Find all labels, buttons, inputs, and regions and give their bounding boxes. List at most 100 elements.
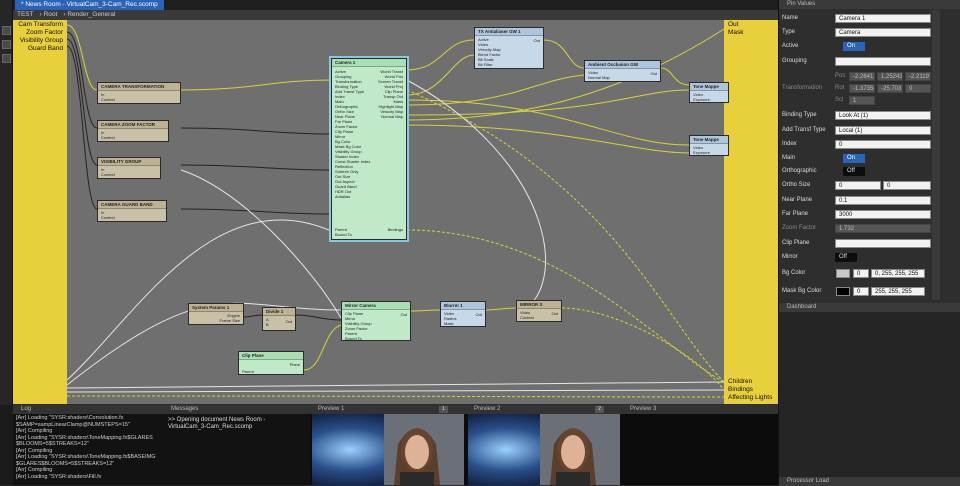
node-tx-antialiaser[interactable]: TX Antialiaser GW 1 Active Video Velocity … — [474, 27, 544, 69]
near-plane-label: Near Plane — [782, 197, 813, 203]
input-port[interactable]: Zoom Factor — [26, 29, 63, 36]
camera-output-pin: Normal Map — [381, 114, 403, 119]
preview-title: Preview 3 — [622, 405, 778, 414]
output-port[interactable]: Bindings — [728, 386, 753, 393]
node-blurrer[interactable]: Blurrer 1 Video Radius Mask Out — [440, 301, 486, 327]
node-ambient-occlusion[interactable]: Ambient Occlusion GW Video Normal Map Out — [584, 60, 661, 82]
tool-icon[interactable] — [2, 26, 11, 35]
pos-y-field[interactable]: 1.25243 — [877, 72, 903, 81]
ortho-size-h-field[interactable]: 0 — [883, 181, 931, 190]
bg-color-label: Bg Color — [782, 270, 806, 276]
preview-panel-3: Preview 3 — [622, 405, 778, 485]
bg-alpha-field[interactable]: 0 — [853, 269, 869, 278]
mask-bg-color-swatch[interactable] — [836, 287, 850, 296]
pos-z-field[interactable]: -2.21197 — [905, 72, 931, 81]
near-plane-field[interactable]: 0.1 — [835, 196, 931, 205]
add-transf-select[interactable]: Local (1) — [835, 126, 931, 135]
node-mirror-camera[interactable]: Mirror Camera Clip Plane Mirror Visibility… — [341, 301, 411, 341]
pos-label: Pos — [835, 73, 846, 79]
output-port[interactable]: Affecting Lights — [728, 394, 772, 401]
node-camera-1[interactable]: Camera 1 Active Grouping Transformation Bin… — [329, 56, 409, 242]
mask-bg-color-field[interactable]: 255, 255, 255 — [871, 287, 925, 296]
node-camera-zoom-factor[interactable]: CAMERA ZOOM FACTOR In Context — [97, 120, 169, 142]
tool-icon[interactable] — [2, 54, 11, 63]
node-system-params[interactable]: System Params 1 Engine Frame Size — [188, 303, 244, 325]
main-label: Main — [782, 155, 796, 161]
clip-plane-field[interactable] — [835, 239, 931, 248]
preview-number[interactable]: 1 — [439, 406, 448, 413]
log-line: [Arr] Loading "SYSR:shaders\ToneMapping.… — [16, 454, 156, 460]
input-port[interactable]: Cam Transform — [18, 21, 63, 28]
rot-label: Rot — [835, 85, 845, 91]
mask-bg-alpha-field[interactable]: 0 — [853, 287, 869, 296]
node-graph-canvas[interactable]: Cam Transform Zoom Factor Visibility Gro… — [13, 20, 778, 404]
rot-x-field[interactable]: -1.37358 — [849, 84, 875, 93]
breadcrumb-item[interactable]: Root — [44, 11, 58, 18]
messages-text: >> Opening document News Room - VirtualC… — [168, 417, 266, 430]
node-input-pin: Bound To — [345, 336, 362, 341]
document-tab[interactable]: * News Room - VirtualCam_3-Cam_Rec.scomp — [15, 0, 164, 10]
output-port[interactable]: Children — [728, 378, 752, 385]
bg-color-swatch[interactable] — [836, 269, 850, 278]
camera-input-pins: Active Grouping Transformation Binding Type… — [332, 68, 376, 200]
node-input-pin: Blt Filter — [478, 62, 493, 67]
pin-values-scrollbar[interactable] — [932, 10, 940, 300]
camera-bindings-pin: Bindings — [387, 227, 403, 232]
rot-y-field[interactable]: -25.703 — [877, 84, 903, 93]
input-port[interactable]: Guard Band — [28, 45, 63, 52]
grouping-field[interactable] — [835, 57, 931, 66]
preview-number[interactable]: 2 — [595, 406, 604, 413]
node-visibility-group[interactable]: VISIBILITY GROUP In Context — [97, 157, 161, 179]
bg-color-field[interactable]: 0, 255, 255, 255 — [871, 269, 925, 278]
scl-label: Scl — [835, 97, 844, 103]
node-camera-transformation[interactable]: CAMERA TRANSFORMATION In Context — [97, 82, 181, 104]
breadcrumb-item[interactable]: TEST — [17, 11, 34, 18]
grouping-label: Grouping — [782, 58, 807, 64]
node-tone-mapper-2[interactable]: Tone Mappe Video Exposure — [689, 135, 729, 156]
main-toggle[interactable]: On — [843, 154, 865, 163]
add-transf-label: Add Transf Type — [782, 127, 826, 133]
node-tone-mapper-1[interactable]: Tone Mappe Video Exposure — [689, 82, 729, 103]
node-camera-guard-band[interactable]: CAMERA GUARD BAND In Context — [97, 200, 167, 222]
binding-type-label: Binding Type — [782, 112, 817, 118]
mirror-toggle[interactable]: Off — [835, 253, 857, 262]
log-title: Log — [13, 405, 163, 414]
node-divide[interactable]: Divide 1 AB Out — [262, 307, 296, 331]
messages-panel: Messages >> Opening document News Room -… — [163, 405, 310, 485]
pos-x-field[interactable]: -2.26412 — [849, 72, 875, 81]
type-field[interactable]: Camera — [835, 28, 931, 37]
output-port[interactable]: Out — [728, 21, 738, 28]
messages-title: Messages — [163, 405, 310, 414]
log-line: [Arr] Loading "SYSR:shaders\Fill.fx — [16, 473, 102, 480]
zoom-factor-label: Zoom Factor — [782, 225, 817, 231]
camera-output-pins: World Transf World Pos Screen Transf World … — [372, 68, 406, 120]
orthographic-label: Orthographic — [782, 168, 817, 174]
far-plane-field[interactable]: 3000 — [835, 210, 931, 219]
binding-type-select[interactable]: Look At (1) — [835, 111, 931, 120]
name-label: Name — [782, 15, 799, 21]
active-label: Active — [782, 43, 799, 49]
preview-image — [312, 414, 464, 485]
output-port[interactable]: Mask — [728, 29, 744, 36]
ortho-size-w-field[interactable]: 0 — [835, 181, 881, 190]
node-mirror-s[interactable]: MIRROR S Video Context Out — [516, 300, 562, 322]
breadcrumb-item[interactable]: Render_General — [67, 11, 115, 18]
input-port[interactable]: Visibility Group — [20, 37, 63, 44]
log-panel: Log [Arr] Loading "SYSR:shaders\Convolut… — [13, 405, 163, 485]
transformation-label: Transformation — [782, 85, 823, 91]
index-label: Index — [782, 141, 797, 147]
index-field[interactable]: 0 — [835, 140, 931, 149]
scl-field[interactable]: 1 — [849, 96, 875, 105]
active-toggle[interactable]: On — [843, 42, 865, 51]
rot-z-field[interactable]: 0 — [905, 84, 931, 93]
camera-footer: Parent Bound To — [335, 227, 352, 237]
output-port-bar: Out Mask Children Bindings Affecting Lig… — [724, 20, 778, 404]
node-clip-plane[interactable]: Clip Plane Plane Parent — [238, 351, 304, 375]
preview-image — [468, 414, 620, 485]
orthographic-toggle[interactable]: Off — [843, 167, 865, 176]
zoom-factor-field[interactable]: 1.732 — [835, 224, 931, 233]
name-field[interactable]: Camera 1 — [835, 14, 931, 23]
mask-bg-color-label: Mask Bg Color — [782, 288, 822, 294]
preview-panel-1: Preview 1 1 — [310, 405, 466, 485]
tool-icon[interactable] — [2, 40, 11, 49]
